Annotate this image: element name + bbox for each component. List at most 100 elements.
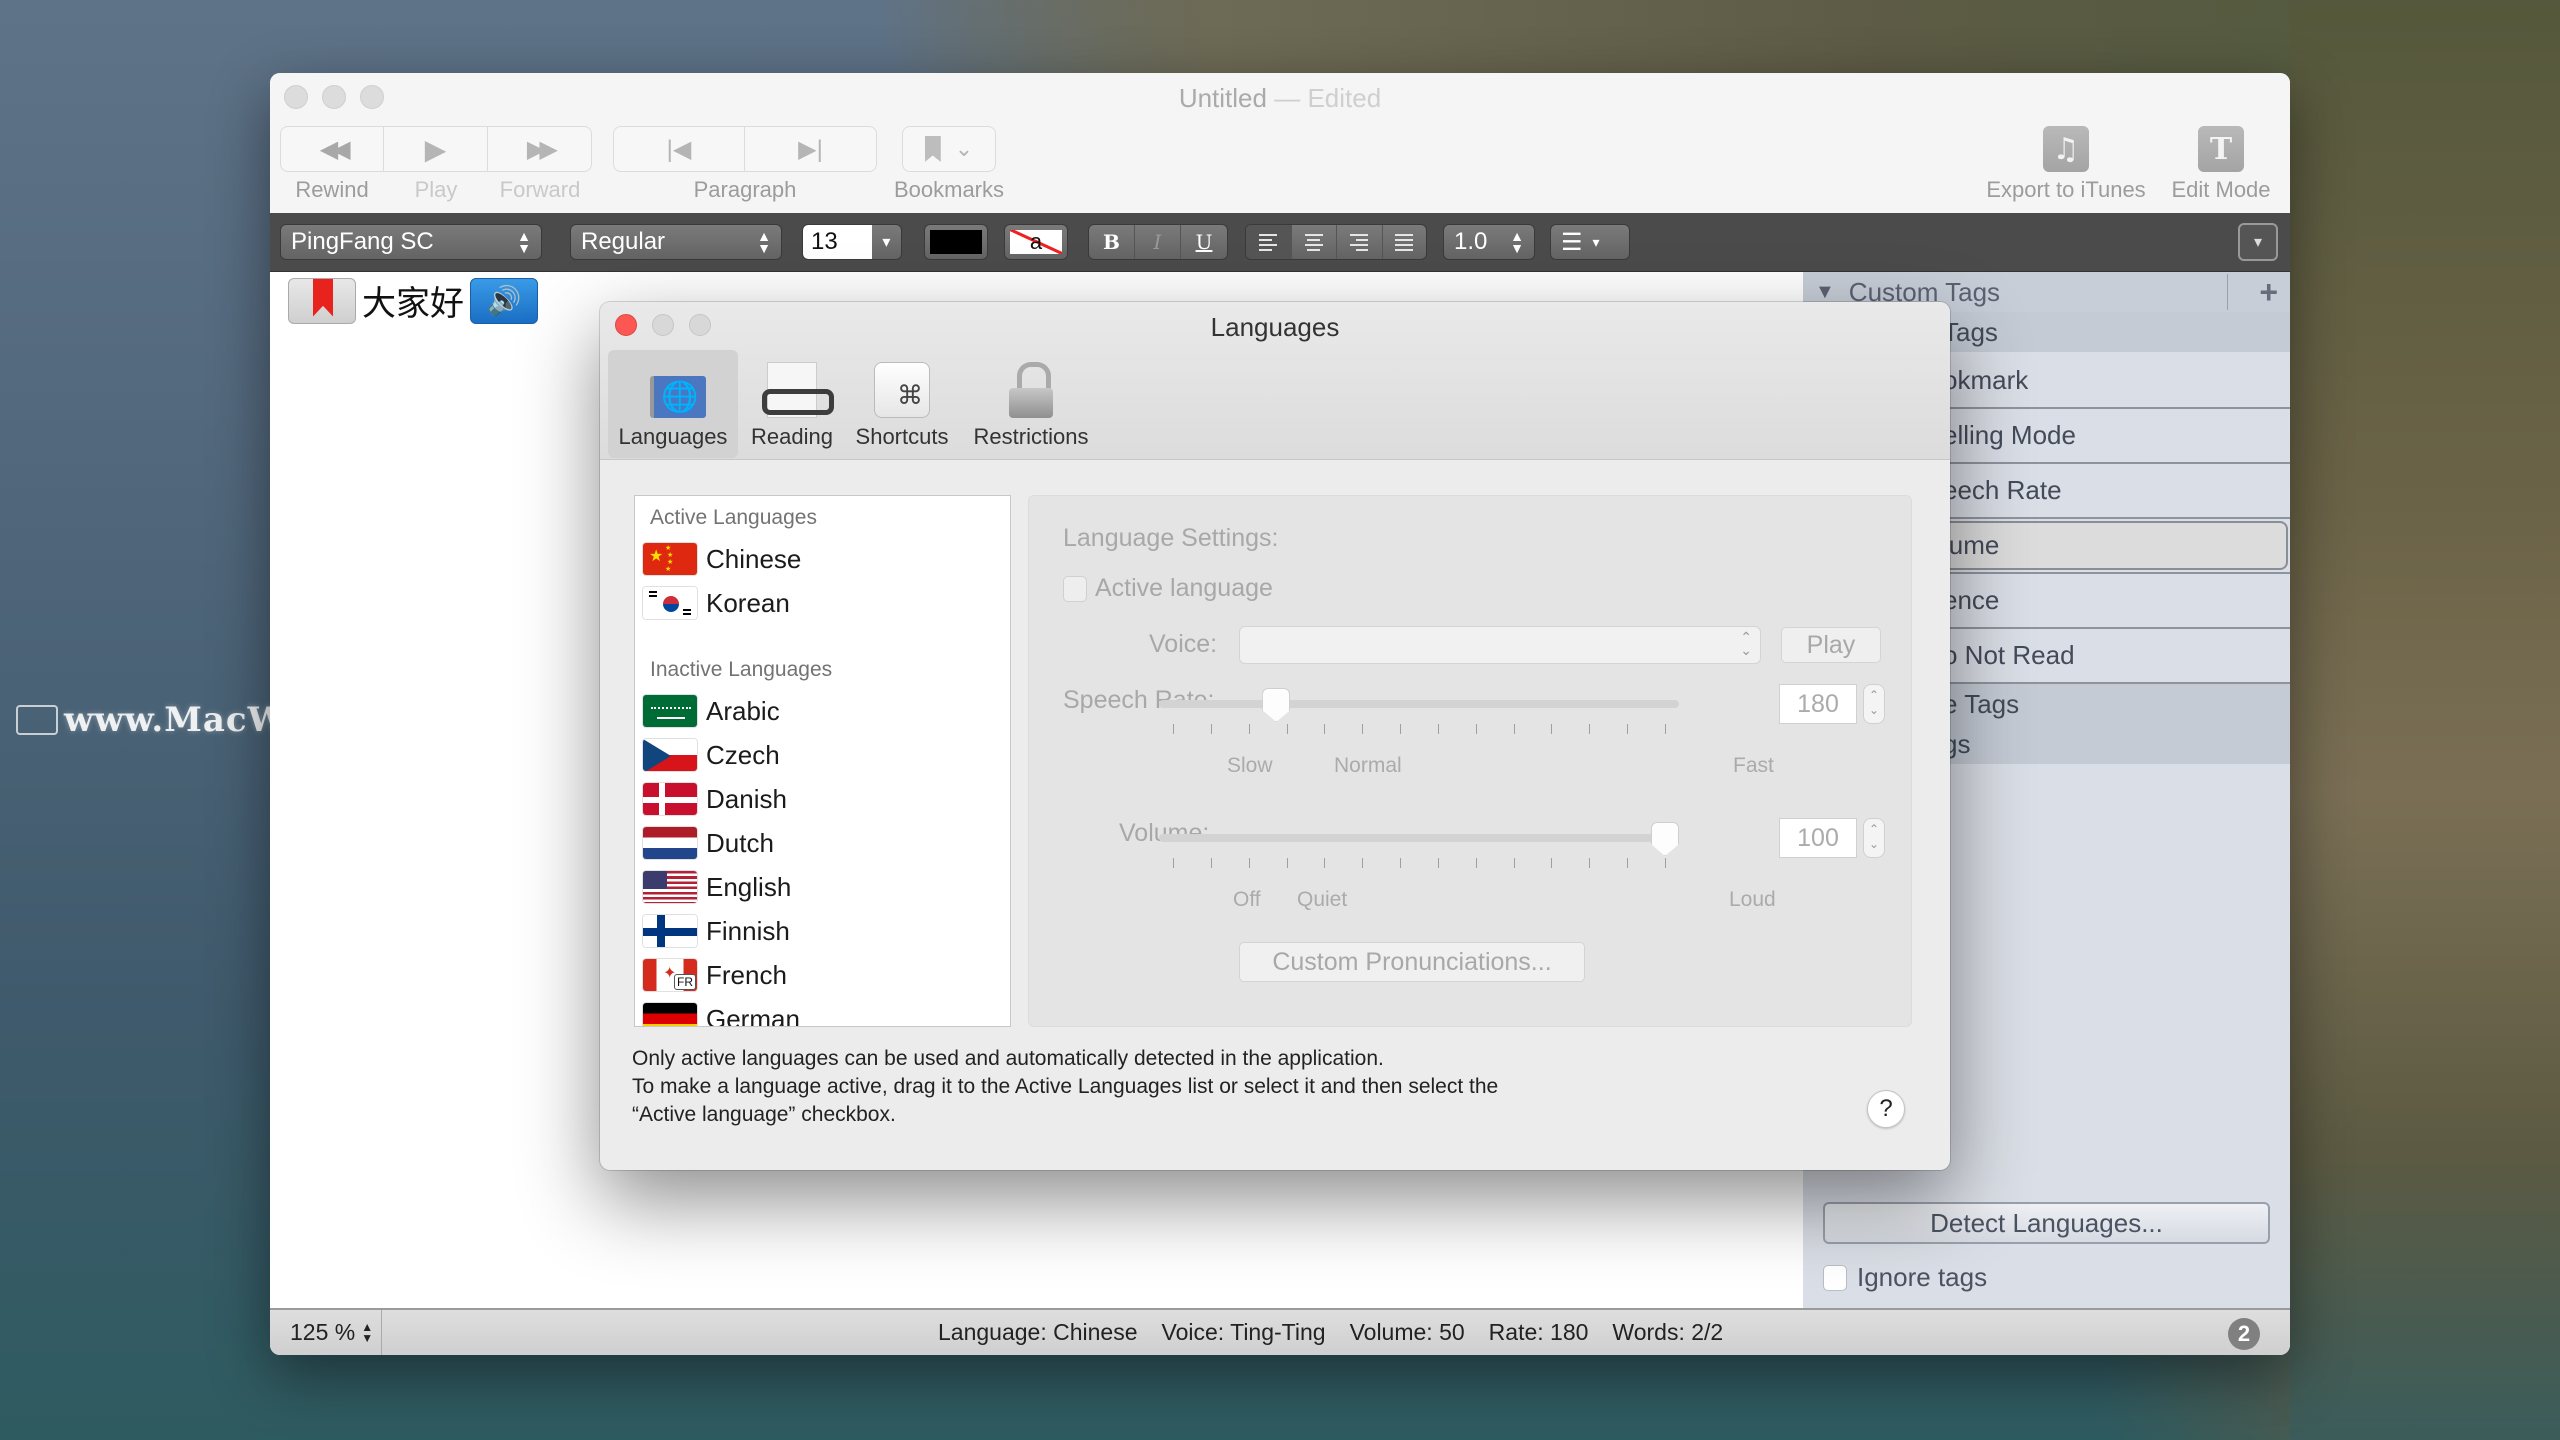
tab-restrictions[interactable]: Restrictions xyxy=(966,350,1096,458)
tab-languages[interactable]: 🌐 Languages xyxy=(608,350,738,458)
desktop-wallpaper-right xyxy=(2290,0,2560,1440)
languages-list[interactable]: Active Languages Inactive Languages ★ ★ ★… xyxy=(634,495,1011,1027)
active-language-option[interactable]: Active language xyxy=(1063,574,1273,603)
text-color-well[interactable] xyxy=(924,224,988,260)
header-divider xyxy=(2227,274,2228,310)
font-style-select[interactable]: Regular ▲ ▼ xyxy=(570,224,782,260)
volume-slider-thumb[interactable] xyxy=(1651,822,1679,856)
add-tag-button[interactable]: + xyxy=(2259,274,2278,311)
volume-slider-track[interactable] xyxy=(1159,834,1679,842)
custom-pronunciations-button[interactable]: Custom Pronunciations... xyxy=(1239,942,1585,982)
languages-info-text: Only active languages can be used and au… xyxy=(632,1045,1498,1129)
font-size-combo[interactable]: 13 ▾ xyxy=(802,224,902,260)
export-to-itunes-button[interactable]: ♫ xyxy=(2043,126,2089,172)
sidebar-item-label: ence xyxy=(1943,585,2000,615)
forward-button[interactable]: ▶▶ xyxy=(488,127,591,171)
speech-rate-slider-tick xyxy=(1400,724,1402,734)
language-item[interactable]: Arabic xyxy=(642,694,780,728)
document-text[interactable]: 大家好 xyxy=(362,276,464,325)
speech-rate-slider-track[interactable] xyxy=(1159,700,1679,708)
language-item[interactable]: Finnish xyxy=(642,914,790,948)
bookmarks-button[interactable]: ⌄ xyxy=(902,126,996,172)
paragraph-label: Paragraph xyxy=(693,177,797,202)
align-right-button[interactable] xyxy=(1337,225,1383,259)
tab-shortcuts[interactable]: ⌘ Shortcuts xyxy=(846,350,958,458)
language-flag-icon: 🌐 xyxy=(650,376,706,418)
detect-languages-button[interactable]: Detect Languages... xyxy=(1823,1202,2270,1244)
play-button[interactable]: ▶ xyxy=(384,127,488,171)
speech-rate-slider-tick xyxy=(1627,724,1629,734)
zoom-stepper[interactable]: 125 % ▲ ▼ xyxy=(270,1310,382,1355)
list-style-menu[interactable]: ☰ ▾ xyxy=(1550,224,1630,260)
ignore-tags-option[interactable]: Ignore tags xyxy=(1823,1262,1987,1293)
italic-button[interactable]: I xyxy=(1135,225,1181,259)
previous-paragraph-button[interactable]: |◀ xyxy=(614,127,745,171)
font-size-dropdown-icon[interactable]: ▾ xyxy=(872,232,901,252)
bookmarks-label: Bookmarks xyxy=(893,177,1005,202)
language-settings-heading: Language Settings: xyxy=(1063,524,1279,552)
speaker-tag-icon[interactable]: 🔊 xyxy=(470,277,538,324)
bookmark-tag-icon[interactable] xyxy=(288,277,356,324)
next-paragraph-button[interactable]: ▶| xyxy=(745,127,876,171)
speech-rate-slider-thumb[interactable] xyxy=(1262,688,1291,722)
language-item[interactable]: Korean xyxy=(642,586,790,620)
speech-rate-input[interactable]: 180 xyxy=(1779,684,1857,724)
active-languages-header: Active Languages xyxy=(650,506,817,529)
align-center-button[interactable] xyxy=(1292,225,1337,259)
volume-input[interactable]: 100 xyxy=(1779,818,1857,858)
justify-icon xyxy=(1395,233,1414,251)
sidebar-item-label: Tags xyxy=(1943,316,1998,347)
ignore-tags-label: Ignore tags xyxy=(1857,1262,1988,1292)
dialog-title: Languages xyxy=(1210,312,1340,342)
highlight-color-well[interactable]: a xyxy=(1004,224,1068,260)
speech-rate-slider-tick xyxy=(1173,724,1174,734)
language-item[interactable]: Danish xyxy=(642,782,787,816)
help-button[interactable]: ? xyxy=(1867,1090,1905,1128)
rewind-button[interactable]: ◀◀ xyxy=(281,127,385,171)
dialog-titlebar: Languages 🌐 Languages Reading ⌘ Shortcut… xyxy=(600,302,1950,460)
font-size-input[interactable]: 13 xyxy=(803,225,872,259)
export-to-itunes-label: Export to iTunes xyxy=(1986,177,2146,202)
play-voice-button[interactable]: Play xyxy=(1781,627,1881,663)
language-item[interactable]: English xyxy=(642,870,791,904)
volume-slider-tick xyxy=(1551,858,1553,868)
notification-badge[interactable]: 2 xyxy=(2228,1318,2260,1350)
languages-preferences-dialog: Languages 🌐 Languages Reading ⌘ Shortcut… xyxy=(600,302,1950,1170)
rate-tick-fast: Fast xyxy=(1733,754,1774,777)
flag-dk-icon xyxy=(642,782,698,816)
toggle-sidebar-button[interactable]: ▾ xyxy=(2238,223,2278,261)
volume-slider-tick xyxy=(1589,858,1591,868)
language-item[interactable]: ✦ FR French xyxy=(642,958,787,992)
font-family-select[interactable]: PingFang SC ▲ ▼ xyxy=(280,224,542,260)
line-spacing-stepper[interactable]: 1.0 ▲ ▼ xyxy=(1443,224,1535,260)
tab-reading[interactable]: Reading xyxy=(742,350,842,458)
info-line: “Active language” checkbox. xyxy=(632,1103,896,1126)
ignore-tags-checkbox[interactable] xyxy=(1823,1264,1847,1291)
play-label: Play xyxy=(414,177,458,202)
volume-slider-tick xyxy=(1513,858,1515,868)
language-item[interactable]: ★ ★ ★ ★ ★ Chinese xyxy=(642,542,801,576)
speech-rate-stepper[interactable]: ⌃ ⌄ xyxy=(1863,684,1885,724)
volume-tick-loud: Loud xyxy=(1729,888,1776,911)
font-family-value: PingFang SC xyxy=(291,228,434,255)
language-item[interactable]: Czech xyxy=(642,738,780,772)
text-format-icon: T xyxy=(2209,131,2233,167)
voice-select[interactable]: ⌃ ⌄ xyxy=(1239,626,1761,664)
language-item[interactable]: Dutch xyxy=(642,826,774,860)
language-item[interactable]: German xyxy=(642,1002,800,1026)
bold-button[interactable]: B xyxy=(1089,225,1135,259)
active-language-checkbox[interactable] xyxy=(1063,575,1087,602)
updown-arrows-icon: ▲ ▼ xyxy=(361,1319,374,1345)
align-left-button[interactable] xyxy=(1246,225,1292,259)
volume-slider-tick xyxy=(1248,858,1250,868)
info-line: To make a language active, drag it to th… xyxy=(632,1075,1499,1098)
justify-button[interactable] xyxy=(1383,225,1427,259)
speech-rate-slider-tick xyxy=(1286,724,1288,734)
underline-button[interactable]: U xyxy=(1181,225,1227,259)
volume-tick-off: Off xyxy=(1233,888,1261,911)
no-highlight-icon: a xyxy=(1010,229,1062,254)
volume-stepper[interactable]: ⌃ ⌄ xyxy=(1863,818,1885,858)
edit-mode-button[interactable]: T xyxy=(2198,126,2244,172)
disclosure-triangle-icon[interactable]: ▼ xyxy=(1815,281,1835,304)
command-key-icon: ⌘ xyxy=(874,362,930,418)
